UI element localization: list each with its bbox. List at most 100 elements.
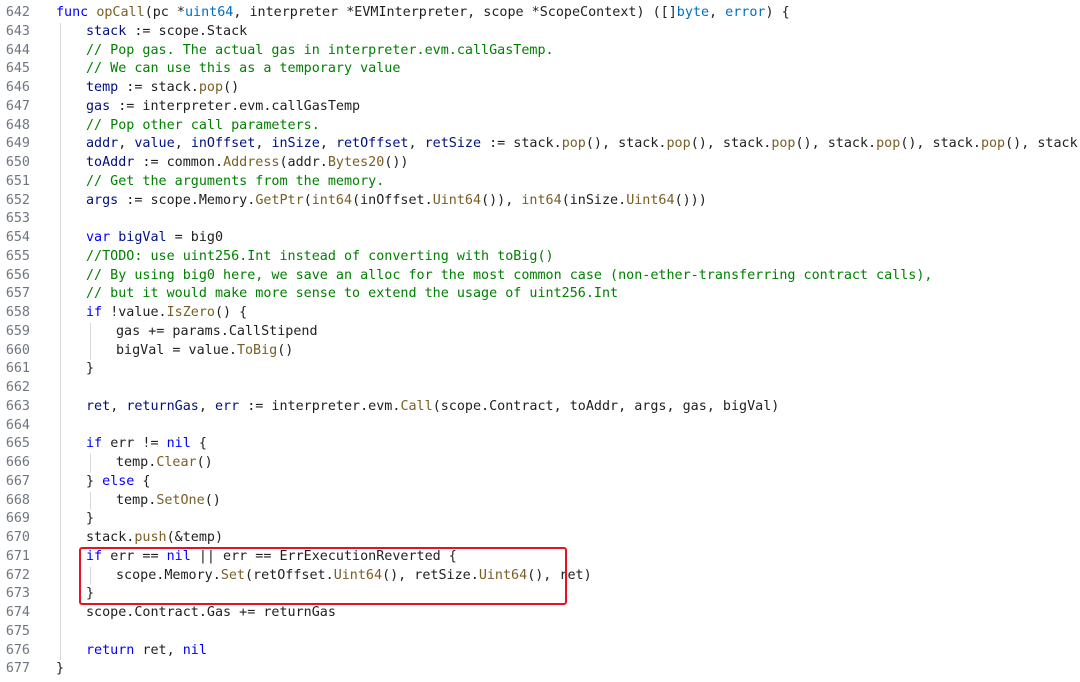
- code-line[interactable]: 658 if !value.IsZero() {: [0, 304, 1080, 323]
- code-line[interactable]: 665 if err != nil {: [0, 435, 1080, 454]
- code-line[interactable]: 657 // but it would make more sense to ex…: [0, 285, 1080, 304]
- code-line[interactable]: 660 bigVal = value.ToBig(): [0, 341, 1080, 361]
- code-line[interactable]: 648 // Pop other call parameters.: [0, 116, 1080, 136]
- code-line[interactable]: 642 func opCall(pc *uint64, interpreter *…: [0, 4, 1080, 23]
- code-token: }: [86, 473, 103, 489]
- code-line[interactable]: 652 args := scope.Memory.GetPtr(int64(inO…: [0, 191, 1080, 211]
- code-line[interactable]: 669}: [0, 510, 1080, 529]
- code-token: ,: [118, 136, 135, 152]
- code-line[interactable]: 666 temp.Clear(): [0, 454, 1080, 473]
- code-line[interactable]: 649 addr, value, inOffset, inSize, retOff…: [0, 135, 1080, 154]
- code-token: err !=: [110, 436, 167, 452]
- line-number: 656: [5, 267, 30, 283]
- code-token: || err == ErrExecutionReverted {: [190, 548, 457, 564]
- indent-guide: [60, 229, 61, 248]
- code-token: (addr.: [279, 155, 328, 170]
- indent-guide: [60, 341, 61, 361]
- code-token: int64: [311, 192, 353, 208]
- indent-guide: [60, 322, 61, 342]
- line-number: 670: [5, 530, 30, 545]
- code-token: byte: [676, 5, 710, 20]
- code-line[interactable]: 668 temp.SetOne(): [0, 491, 1080, 511]
- code-line[interactable]: 662: [0, 379, 1080, 398]
- code-token: ()),: [481, 192, 522, 208]
- code-line[interactable]: 656 // By using big0 here, we save an all…: [0, 266, 1080, 286]
- code-token: (): [223, 80, 240, 95]
- code-line[interactable]: 677}: [0, 660, 1080, 679]
- code-line[interactable]: 674 scope.Contract.Gas += returnGas: [0, 604, 1080, 623]
- code-line[interactable]: 676 return ret, nil: [0, 641, 1080, 661]
- code-line[interactable]: 659 gas += params.CallStipend: [0, 322, 1080, 342]
- indent-guide: [60, 491, 61, 511]
- code-token: }: [56, 661, 65, 677]
- line-number: 664: [5, 417, 30, 433]
- code-line[interactable]: 654 var bigVal = big0: [0, 229, 1080, 248]
- indent-guide: [60, 247, 61, 267]
- code-token: temp: [86, 80, 119, 95]
- code-token: (inOffset.: [352, 192, 433, 208]
- code-text: }: [86, 585, 94, 604]
- code-line[interactable]: 670 stack.push(&temp): [0, 529, 1080, 548]
- code-line[interactable]: 675: [0, 622, 1080, 642]
- code-text: gas += params.CallStipend: [116, 323, 318, 342]
- code-token: Clear: [156, 455, 197, 470]
- code-token: gas += params.CallStipend: [116, 323, 318, 339]
- code-line[interactable]: 651 // Get the arguments from the memory.: [0, 172, 1080, 192]
- code-text: temp.SetOne(): [116, 492, 221, 511]
- code-line[interactable]: 673}: [0, 585, 1080, 604]
- code-token: push: [134, 530, 167, 545]
- line-number: 651: [5, 173, 30, 189]
- code-line[interactable]: 643 stack := scope.Stack: [0, 22, 1080, 42]
- code-line[interactable]: 650 toAddr := common.Address(addr.Bytes20…: [0, 154, 1080, 173]
- code-text: }: [56, 660, 64, 679]
- code-line[interactable]: 644 // Pop gas. The actual gas in interpr…: [0, 41, 1080, 61]
- line-number: 645: [5, 61, 30, 77]
- code-text: // but it would make more sense to exten…: [86, 285, 618, 304]
- code-text: // We can use this as a temporary value: [86, 60, 400, 79]
- indent-guide: [90, 322, 91, 342]
- code-text: // Pop gas. The actual gas in interprete…: [86, 42, 554, 61]
- code-token: scope.Memory.: [116, 567, 221, 583]
- code-line[interactable]: 646 temp := stack.pop(): [0, 79, 1080, 98]
- indent-guide: [60, 510, 61, 529]
- code-line[interactable]: 667} else {: [0, 472, 1080, 492]
- code-line[interactable]: 661}: [0, 360, 1080, 379]
- indent-guide: [60, 22, 61, 42]
- code-line[interactable]: 653: [0, 210, 1080, 229]
- code-line[interactable]: 647 gas := interpreter.evm.callGasTemp: [0, 97, 1080, 117]
- line-number: 663: [5, 398, 30, 414]
- indent-guide: [60, 641, 61, 661]
- code-line[interactable]: 671 if err == nil || err == ErrExecutionR…: [0, 547, 1080, 567]
- code-token: opCall: [96, 5, 145, 20]
- code-line[interactable]: 664: [0, 416, 1080, 436]
- code-token: func: [56, 5, 97, 20]
- code-token: // but it would make more sense to exten…: [86, 286, 619, 302]
- code-line[interactable]: 663 ret, returnGas, err := interpreter.ev…: [0, 397, 1080, 417]
- code-token: retSize: [424, 136, 482, 152]
- code-token: // By using big0 here, we save an alloc …: [86, 267, 933, 283]
- code-text: ret, returnGas, err := interpreter.evm.C…: [86, 398, 779, 417]
- code-token: () {: [215, 305, 248, 320]
- indent-guide: [60, 191, 61, 211]
- indent-guide: [60, 435, 61, 454]
- line-number: 665: [5, 436, 30, 452]
- code-token: ()): [384, 155, 409, 170]
- code-token: addr: [86, 136, 119, 152]
- code-token: (retOffset.: [245, 567, 334, 583]
- line-number: 659: [5, 323, 30, 339]
- code-text: } else {: [86, 473, 151, 492]
- code-token: Bytes20: [327, 155, 385, 170]
- code-editor[interactable]: 642 func opCall(pc *uint64, interpreter *…: [0, 4, 1080, 679]
- indent-guide: [60, 79, 61, 98]
- code-token: pop: [876, 136, 901, 152]
- code-line[interactable]: 645 // We can use this as a temporary val…: [0, 60, 1080, 79]
- code-text: addr, value, inOffset, inSize, retOffset…: [86, 135, 1080, 154]
- code-text: gas := interpreter.evm.callGasTemp: [86, 98, 360, 117]
- code-line[interactable]: 672 scope.Memory.Set(retOffset.Uint64(), …: [0, 566, 1080, 586]
- code-token: ToBig: [236, 342, 278, 358]
- code-token: ())): [674, 192, 707, 208]
- code-token: ,: [255, 136, 272, 152]
- code-line[interactable]: 655 //TODO: use uint256.Int instead of co…: [0, 247, 1080, 267]
- line-number: 666: [5, 455, 30, 470]
- code-text: args := scope.Memory.GetPtr(int64(inOffs…: [86, 192, 707, 211]
